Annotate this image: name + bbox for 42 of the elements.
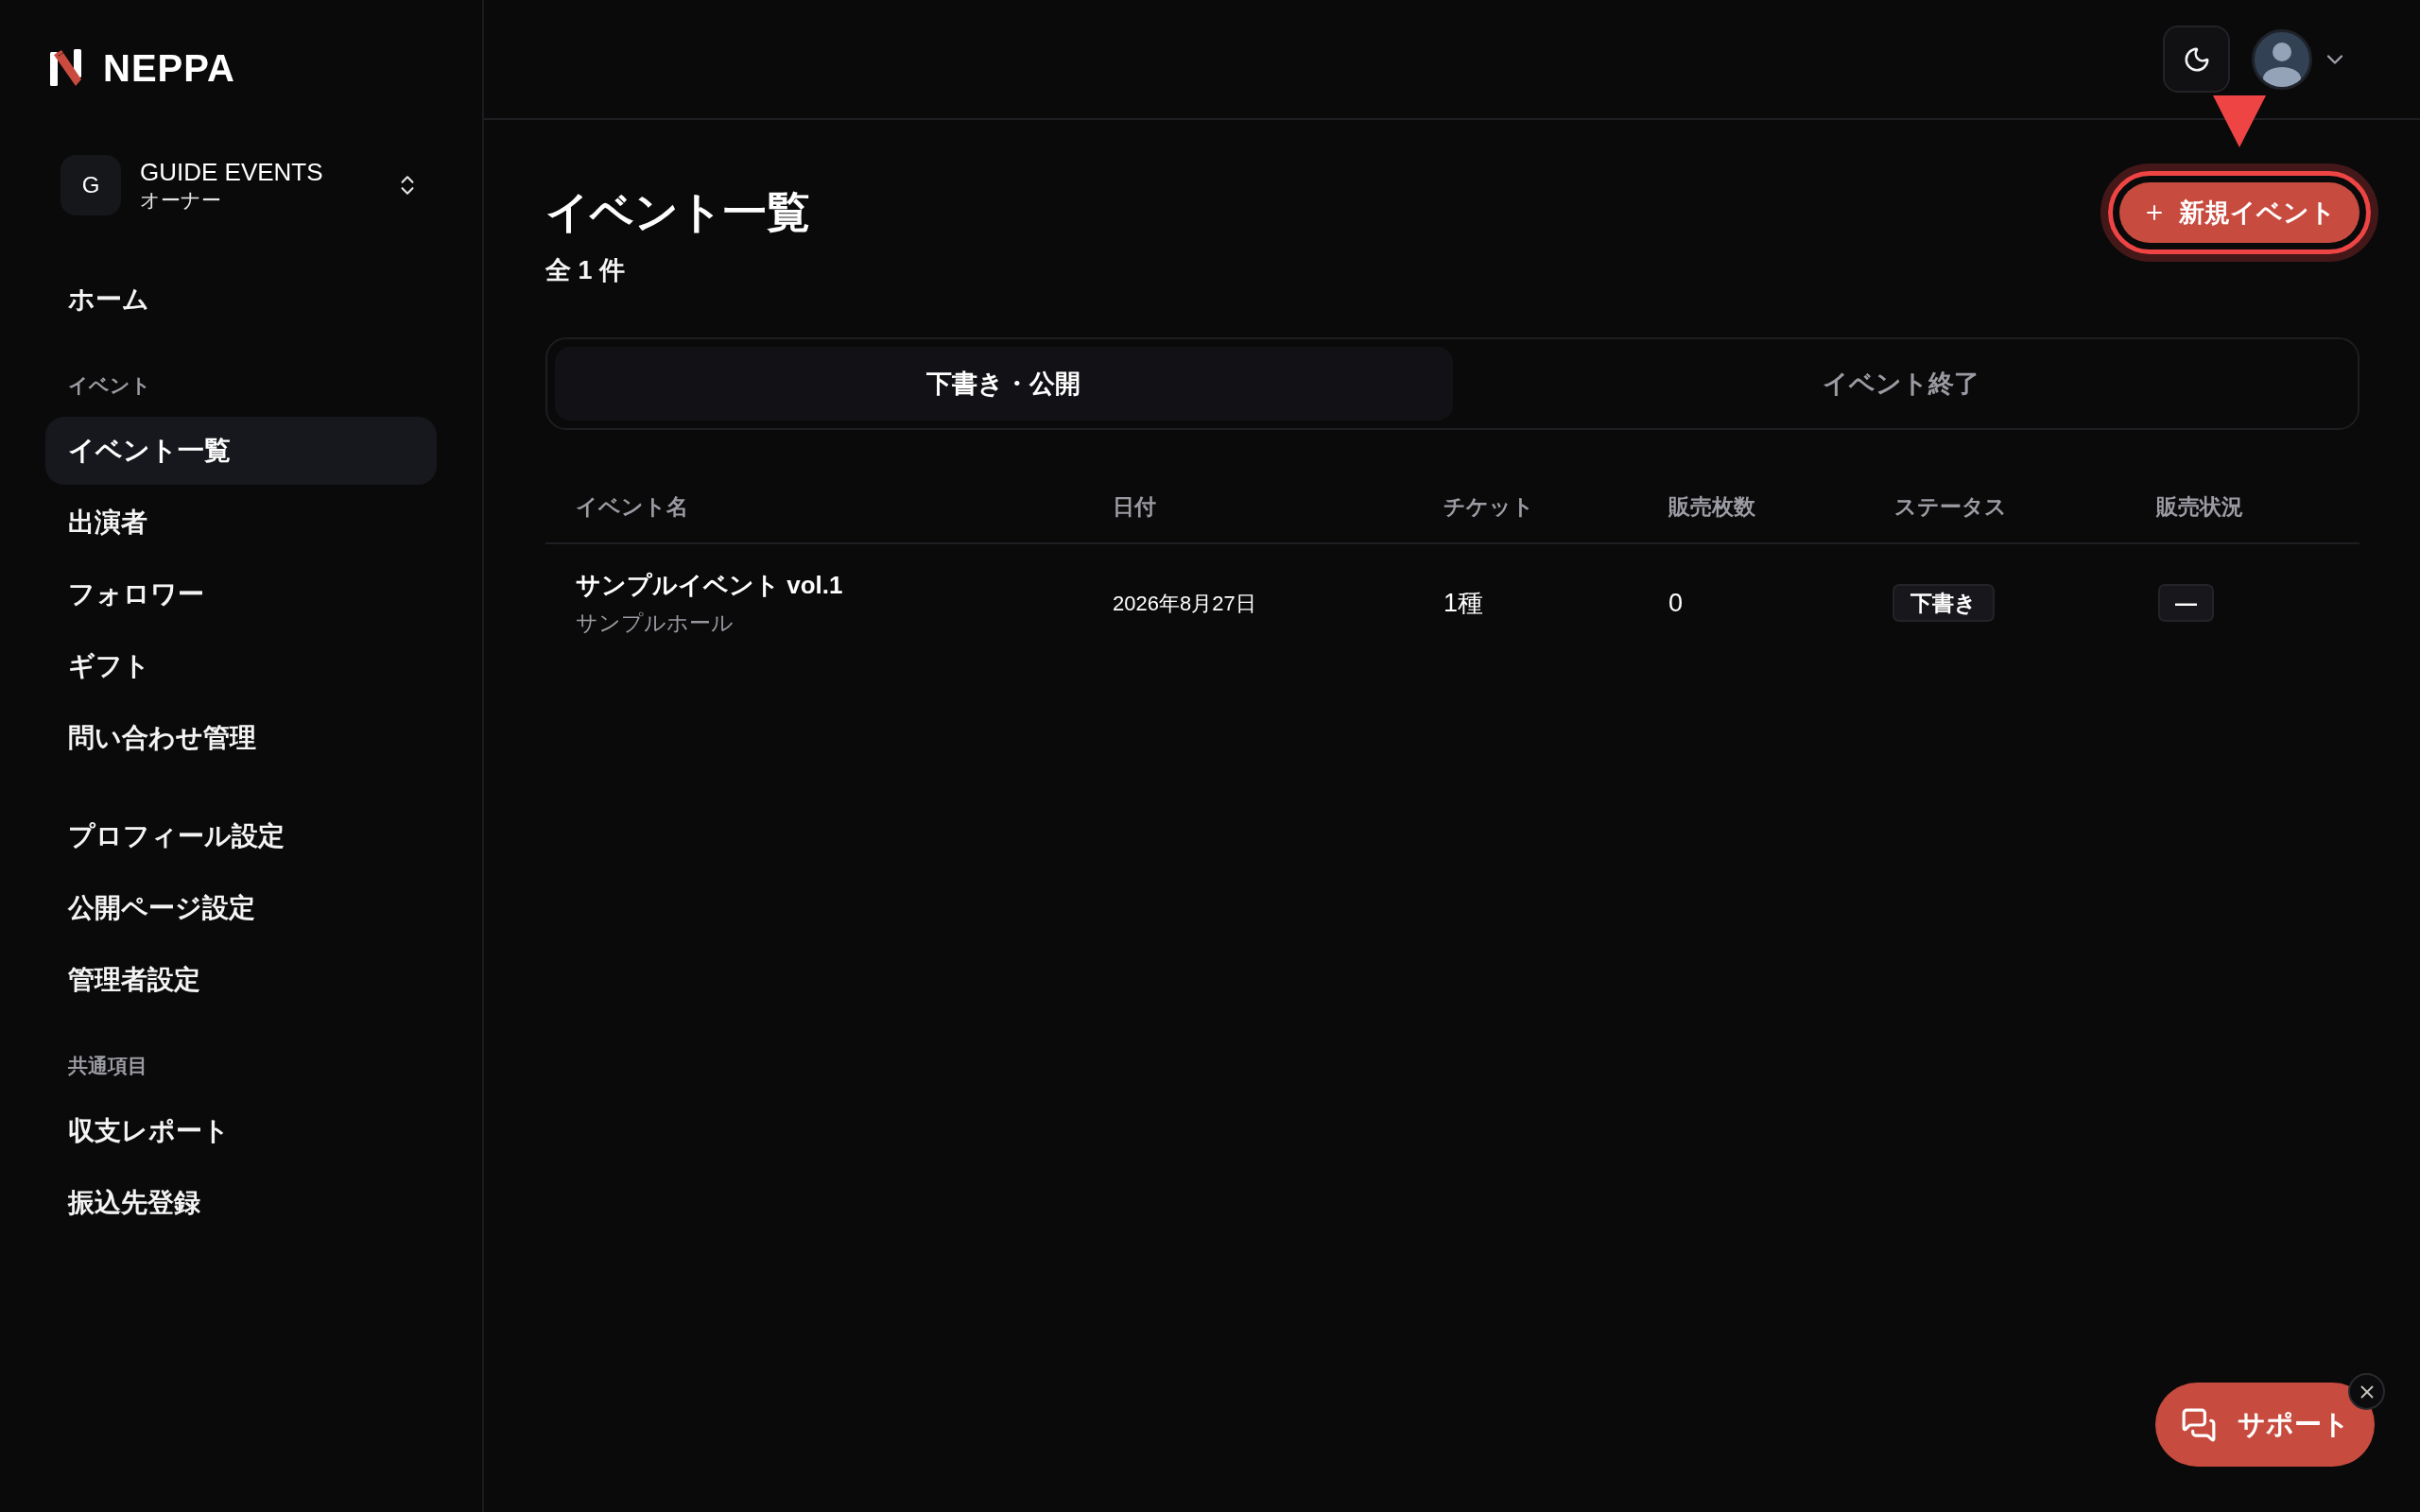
column-header: 販売枚数 — [1668, 493, 1755, 522]
close-button[interactable] — [2348, 1373, 2385, 1410]
avatar-icon[interactable] — [2252, 28, 2312, 90]
table-cell-text: 1種 — [1443, 587, 1484, 619]
table-cell-text: 0 — [1668, 587, 1684, 619]
nav-item[interactable]: プロフィール設定 — [45, 802, 437, 870]
nav-item[interactable]: イベント一覧 — [45, 417, 437, 485]
nav-item[interactable]: ホーム — [45, 266, 437, 334]
table-cell-text: 2026年8月27日 — [1113, 590, 1256, 617]
column-header: イベント名 — [576, 493, 688, 522]
nav-item[interactable]: 出演者 — [45, 489, 437, 557]
column-header: 日付 — [1113, 493, 1156, 522]
sales-status-badge: — — [2158, 584, 2214, 622]
logo-icon — [50, 49, 82, 87]
tab[interactable]: 下書き・公開 — [555, 347, 1453, 421]
tab[interactable]: イベント終了 — [1452, 347, 2350, 421]
nav-item[interactable]: 問い合わせ管理 — [45, 704, 437, 772]
nav-item[interactable]: 振込先登録 — [45, 1169, 437, 1237]
column-header: 販売状況 — [2156, 493, 2243, 522]
status-badge: 下書き — [1893, 584, 1995, 622]
event-count: 全 1 件 — [545, 255, 627, 286]
venue-name: サンプルホール — [576, 610, 734, 637]
section-label: イベント — [68, 373, 151, 398]
column-header: チケット — [1443, 493, 1534, 522]
event-name: サンプルイベント vol.1 — [576, 570, 843, 601]
new-event-button[interactable]: 新規イベント — [2119, 182, 2360, 243]
org-role: オーナー — [140, 188, 222, 213]
org-avatar[interactable]: G — [60, 155, 121, 215]
section-label: 共通項目 — [68, 1054, 147, 1078]
nav-item[interactable]: 管理者設定 — [45, 946, 437, 1014]
column-header: ステータス — [1894, 493, 2007, 522]
nav-item[interactable]: フォロワー — [45, 560, 437, 628]
nav-item[interactable]: 収支レポート — [45, 1097, 437, 1165]
brand-name: NEPPA — [103, 49, 235, 87]
org-name: GUIDE EVENTS — [140, 157, 323, 187]
theme-toggle-button[interactable] — [2163, 26, 2230, 93]
nav-item[interactable]: 公開ページ設定 — [45, 874, 437, 942]
support-button[interactable]: サポート — [2155, 1383, 2375, 1467]
nav-item[interactable]: ギフト — [45, 632, 437, 700]
page-title: イベント一覧 — [545, 186, 810, 238]
chat-bubbles-icon — [2180, 1406, 2217, 1443]
pointer-triangle-icon — [2213, 95, 2266, 147]
